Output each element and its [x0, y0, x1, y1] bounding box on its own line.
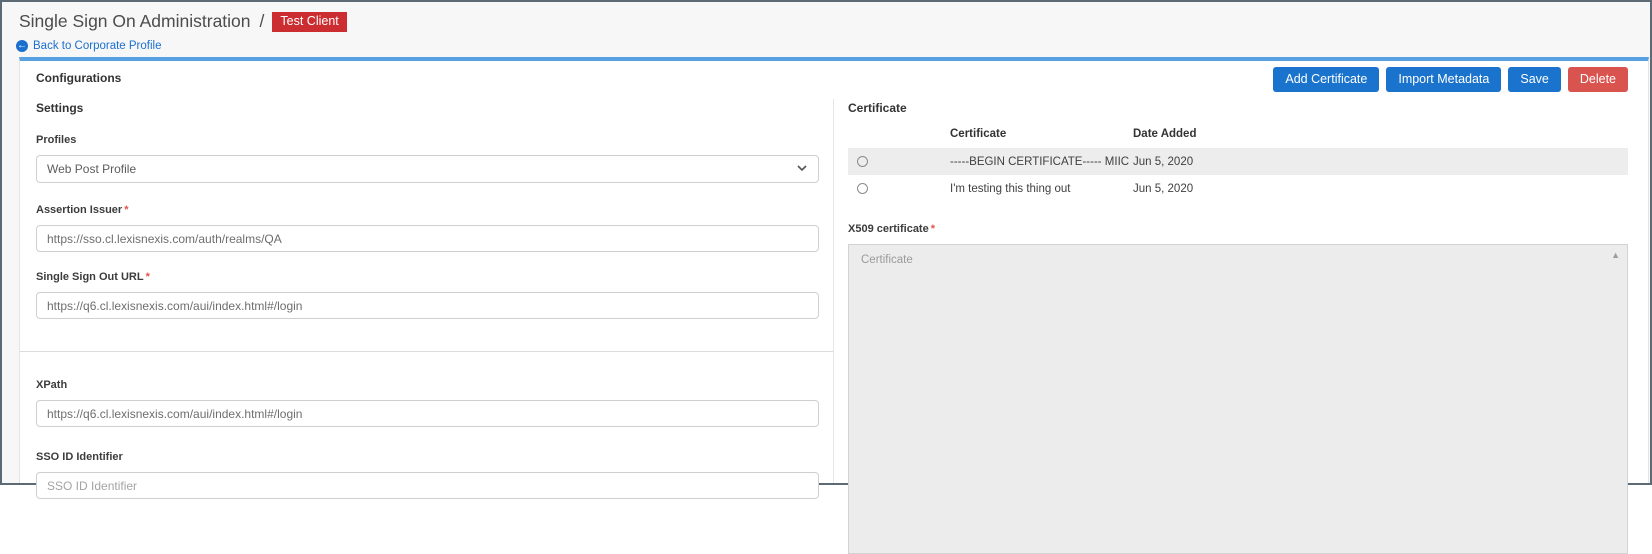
certificate-radio[interactable] [857, 156, 868, 167]
settings-divider [20, 351, 833, 352]
required-marker: * [930, 223, 935, 235]
date-added-cell: Jun 5, 2020 [1133, 182, 1194, 195]
certificate-table-header: Certificate Date Added [848, 122, 1628, 146]
page-title: Single Sign On Administration [19, 11, 251, 31]
date-added-cell: Jun 5, 2020 [1133, 155, 1194, 168]
profiles-select[interactable]: Web Post Profile [36, 155, 819, 183]
table-row[interactable]: -----BEGIN CERTIFICATE----- MIICkzCCA...… [848, 148, 1628, 175]
certificate-cell: I'm testing this thing out [950, 182, 1071, 195]
assertion-issuer-input[interactable] [36, 225, 819, 252]
single-sign-out-url-field-group: Single Sign Out URL * [36, 271, 819, 319]
toolbar: Add Certificate Import Metadata Save Del… [1266, 67, 1628, 92]
content-columns: Settings Profiles Web Post Profile Asser… [20, 99, 1648, 554]
required-marker: * [124, 204, 129, 216]
sso-id-identifier-input[interactable] [36, 472, 819, 499]
save-button[interactable]: Save [1508, 67, 1561, 92]
page-header: Single Sign On Administration / Test Cli… [2, 2, 1650, 57]
assertion-issuer-label: Assertion Issuer * [36, 204, 129, 216]
certificate-table: Certificate Date Added -----BEGIN CERTIF… [848, 122, 1628, 202]
delete-button[interactable]: Delete [1567, 67, 1628, 92]
x509-certificate-label: X509 certificate * [848, 223, 935, 235]
configurations-card: Configurations Add Certificate Import Me… [19, 57, 1649, 554]
date-added-column-header: Date Added [1133, 128, 1197, 140]
x509-placeholder: Certificate [861, 254, 913, 266]
certificate-cell: -----BEGIN CERTIFICATE----- MIICkzCCA... [950, 155, 1129, 168]
profiles-field-group: Profiles Web Post Profile [36, 134, 819, 183]
assertion-issuer-field-group: Assertion Issuer * [36, 204, 819, 252]
back-arrow-icon: ← [16, 40, 28, 52]
card-header: Configurations Add Certificate Import Me… [20, 61, 1648, 99]
title-separator: / [259, 11, 265, 31]
import-metadata-button[interactable]: Import Metadata [1386, 67, 1502, 92]
x509-certificate-field-group: X509 certificate * Certificate ▲ [848, 223, 1628, 554]
profiles-label: Profiles [36, 134, 77, 146]
scroll-up-icon[interactable]: ▲ [1611, 250, 1620, 260]
sso-id-identifier-field-group: SSO ID Identifier [36, 451, 819, 499]
table-row[interactable]: I'm testing this thing out Jun 5, 2020 [848, 175, 1628, 202]
required-marker: * [145, 271, 150, 283]
title-row: Single Sign On Administration / Test Cli… [19, 11, 1650, 32]
settings-heading: Settings [36, 101, 84, 115]
certificate-heading: Certificate [848, 101, 907, 115]
client-badge: Test Client [272, 11, 347, 32]
single-sign-out-url-label: Single Sign Out URL * [36, 271, 150, 283]
back-to-corporate-profile-link[interactable]: ← Back to Corporate Profile [16, 40, 1650, 52]
configurations-heading: Configurations [36, 71, 122, 85]
x509-certificate-textarea[interactable]: Certificate ▲ [848, 244, 1628, 554]
xpath-label: XPath [36, 379, 68, 391]
certificate-column-header: Certificate [950, 128, 1007, 140]
back-link-label[interactable]: Back to Corporate Profile [33, 40, 161, 52]
certificate-radio[interactable] [857, 183, 868, 194]
settings-column: Settings Profiles Web Post Profile Asser… [20, 99, 834, 499]
sso-id-identifier-label: SSO ID Identifier [36, 451, 123, 463]
add-certificate-button[interactable]: Add Certificate [1273, 67, 1380, 92]
xpath-field-group: XPath [36, 379, 819, 427]
certificate-column: Certificate Certificate Date Added -----… [834, 99, 1648, 554]
single-sign-out-url-input[interactable] [36, 292, 819, 319]
xpath-input[interactable] [36, 400, 819, 427]
